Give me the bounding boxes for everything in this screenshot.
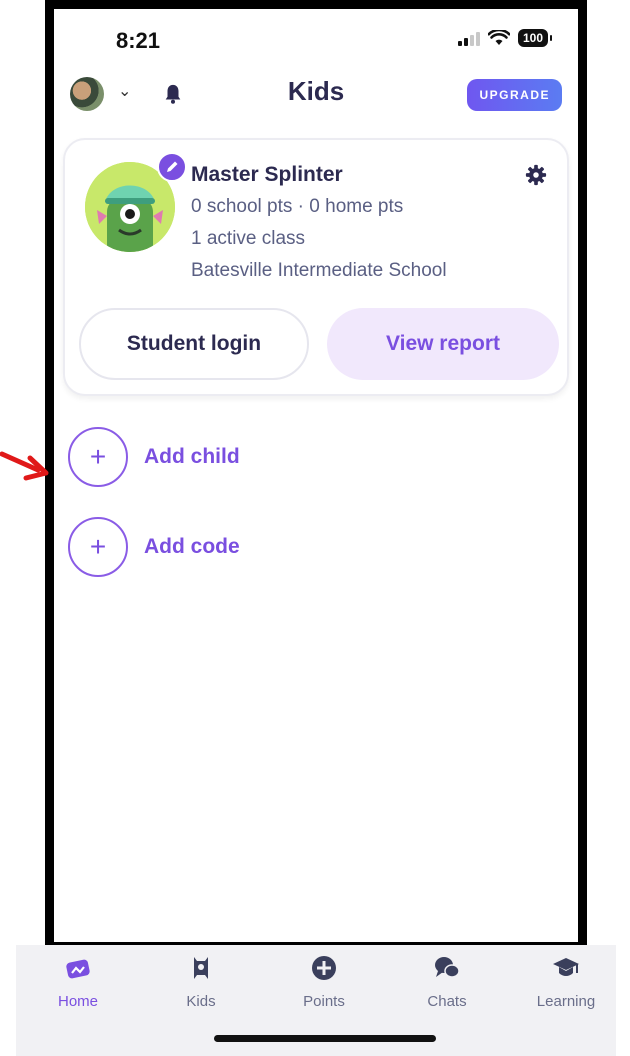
child-classes: 1 active class bbox=[191, 228, 306, 249]
tab-label: Kids bbox=[186, 993, 216, 1010]
tab-chats[interactable]: Chats bbox=[397, 953, 497, 1010]
edit-pencil-icon[interactable] bbox=[157, 152, 187, 182]
child-name: Master Splinter bbox=[191, 163, 343, 186]
student-login-button[interactable]: Student login bbox=[79, 308, 309, 380]
battery-indicator: 100 bbox=[517, 29, 553, 47]
tab-points[interactable]: Points bbox=[274, 953, 374, 1010]
add-child-button[interactable]: + Add child bbox=[68, 427, 368, 487]
child-card[interactable]: Master Splinter 0 school pts · 0 home pt… bbox=[63, 138, 569, 396]
add-code-button[interactable]: + Add code bbox=[68, 517, 368, 577]
kids-icon bbox=[194, 957, 208, 979]
tab-label: Home bbox=[57, 993, 98, 1010]
gear-icon[interactable] bbox=[525, 164, 547, 186]
add-code-label: Add code bbox=[144, 535, 240, 558]
home-indicator[interactable] bbox=[214, 1035, 436, 1042]
app-screen: 8:21 100 ⌄ Kids UPGRADE Master Splinter … bbox=[54, 9, 578, 942]
status-icons: 100 bbox=[457, 29, 553, 47]
child-points: 0 school pts · 0 home pts bbox=[191, 196, 404, 217]
plus-icon: + bbox=[68, 427, 128, 487]
home-icon bbox=[66, 959, 90, 979]
plus-circle-icon bbox=[312, 956, 336, 980]
red-arrow-annotation-icon bbox=[0, 451, 49, 481]
graduation-cap-icon bbox=[553, 958, 579, 976]
child-school: Batesville Intermediate School bbox=[191, 260, 447, 281]
wifi-icon bbox=[487, 30, 510, 45]
tab-home[interactable]: Home bbox=[28, 953, 128, 1010]
add-child-label: Add child bbox=[144, 445, 240, 468]
status-time: 8:21 bbox=[116, 28, 161, 53]
tab-learning[interactable]: Learning bbox=[516, 953, 616, 1010]
tab-label: Learning bbox=[536, 993, 596, 1010]
plus-icon: + bbox=[68, 517, 128, 577]
upgrade-button[interactable]: UPGRADE bbox=[467, 79, 562, 111]
tab-kids[interactable]: Kids bbox=[151, 953, 251, 1010]
view-report-button[interactable]: View report bbox=[327, 308, 559, 380]
signal-icon bbox=[457, 30, 480, 46]
chat-bubbles-icon bbox=[435, 957, 460, 978]
tab-label: Chats bbox=[427, 993, 467, 1010]
top-header: ⌄ Kids UPGRADE bbox=[54, 73, 578, 129]
bottom-tab-bar: Home Kids Points Chats Learning bbox=[16, 945, 616, 1056]
status-bar: 8:21 100 bbox=[54, 9, 578, 65]
tab-label: Points bbox=[303, 993, 345, 1010]
